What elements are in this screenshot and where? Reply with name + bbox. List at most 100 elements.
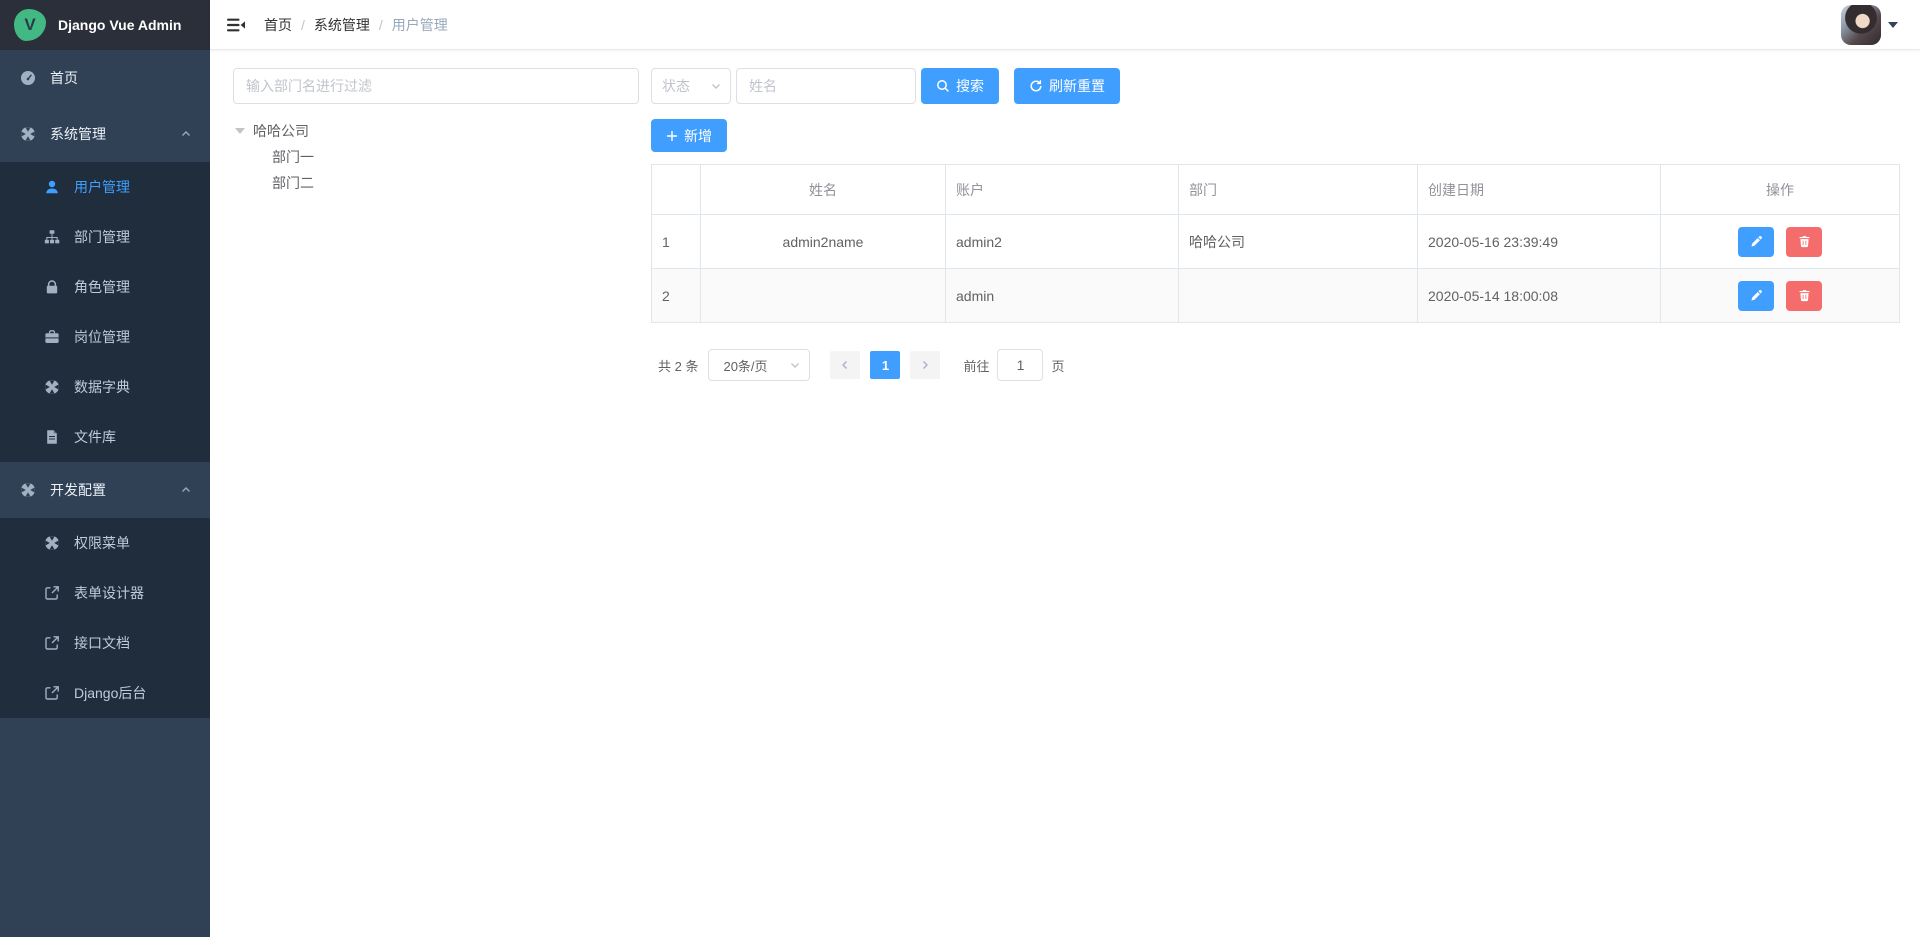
- chevron-down-icon: [710, 80, 722, 92]
- page-number-button[interactable]: 1: [870, 351, 900, 379]
- sidebar-collapse-button[interactable]: [210, 0, 262, 49]
- edit-pen-icon: [1750, 289, 1763, 302]
- table-row[interactable]: 1 admin2name admin2 哈哈公司 2020-05-16 23:3…: [652, 215, 1900, 269]
- column-header-account: 账户: [946, 165, 1179, 215]
- breadcrumb: 首页 / 系统管理 / 用户管理: [264, 15, 448, 35]
- goto-label: 前往: [963, 356, 989, 375]
- component-icon: [44, 535, 60, 551]
- table-row[interactable]: 2 admin 2020-05-14 18:00:08: [652, 269, 1900, 323]
- app-layout: V Django Vue Admin 首页: [0, 0, 1920, 937]
- delete-button[interactable]: [1786, 281, 1822, 311]
- sidebar-item-label: 权限菜单: [74, 533, 130, 553]
- sidebar-menu: 首页 系统管理: [0, 50, 210, 718]
- chevron-right-icon: [919, 359, 931, 371]
- users-section: 状态 搜索: [651, 68, 1900, 937]
- lock-icon: [44, 279, 60, 295]
- breadcrumb-item-current: 用户管理: [392, 15, 448, 35]
- logo-bar[interactable]: V Django Vue Admin: [0, 0, 210, 50]
- sidebar-item-api-docs[interactable]: 接口文档: [0, 618, 210, 668]
- column-header-name: 姓名: [701, 165, 946, 215]
- name-filter-input[interactable]: [736, 68, 916, 104]
- logo-letter: V: [24, 15, 35, 35]
- next-page-button[interactable]: [910, 351, 940, 379]
- sidebar-group-label: 开发配置: [50, 480, 106, 500]
- sidebar-item-home[interactable]: 首页: [0, 50, 210, 106]
- tree-node-dept2[interactable]: 部门二: [272, 170, 639, 196]
- trash-icon: [1798, 289, 1811, 302]
- main-area: 首页 / 系统管理 / 用户管理 哈哈公司: [210, 0, 1920, 937]
- tree-children: 部门一 部门二: [233, 144, 639, 196]
- sidebar-item-permissions[interactable]: 权限菜单: [0, 518, 210, 568]
- department-tree: 哈哈公司 部门一 部门二: [233, 118, 639, 196]
- refresh-reset-button-label: 刷新重置: [1049, 76, 1105, 96]
- prev-page-button[interactable]: [830, 351, 860, 379]
- avatar[interactable]: [1841, 5, 1881, 45]
- tree-node-root[interactable]: 哈哈公司: [233, 118, 639, 144]
- sidebar-item-label: Django后台: [74, 683, 146, 703]
- sidebar-item-departments[interactable]: 部门管理: [0, 212, 210, 262]
- goto-page-input[interactable]: [997, 349, 1043, 381]
- status-select[interactable]: 状态: [651, 68, 731, 104]
- sidebar-group-dev[interactable]: 开发配置: [0, 462, 210, 518]
- column-header-actions: 操作: [1661, 165, 1900, 215]
- user-dropdown[interactable]: [1841, 0, 1898, 50]
- pagination-total: 共 2 条: [658, 356, 698, 375]
- user-icon: [44, 179, 60, 195]
- breadcrumb-separator: /: [301, 17, 305, 33]
- page-size-value: 20条/页: [723, 356, 767, 375]
- topbar: 首页 / 系统管理 / 用户管理: [210, 0, 1920, 50]
- cell-account: admin: [946, 269, 1179, 323]
- sidebar-item-roles[interactable]: 角色管理: [0, 262, 210, 312]
- tree-expand-icon[interactable]: [235, 128, 245, 134]
- delete-button[interactable]: [1786, 227, 1822, 257]
- add-button[interactable]: 新增: [651, 119, 727, 152]
- pagination: 共 2 条 20条/页 1: [651, 349, 1900, 381]
- submenu-dev: 权限菜单 表单设计器 接口文档: [0, 518, 210, 718]
- sidebar-group-label: 系统管理: [50, 124, 106, 144]
- component-icon: [20, 482, 36, 498]
- cell-actions: [1661, 269, 1900, 323]
- users-table: 姓名 账户 部门 创建日期 操作 1 admin2name admin2 哈哈公: [651, 164, 1900, 323]
- file-icon: [44, 429, 60, 445]
- sidebar-item-users[interactable]: 用户管理: [0, 162, 210, 212]
- briefcase-icon: [44, 329, 60, 345]
- tree-node-label: 哈哈公司: [253, 121, 309, 141]
- sidebar: V Django Vue Admin 首页: [0, 0, 210, 937]
- breadcrumb-item-system[interactable]: 系统管理: [314, 15, 370, 35]
- component-icon: [44, 379, 60, 395]
- breadcrumb-item-home[interactable]: 首页: [264, 15, 292, 35]
- external-link-icon: [44, 635, 60, 651]
- page-unit-label: 页: [1051, 356, 1064, 375]
- cell-created: 2020-05-14 18:00:08: [1418, 269, 1661, 323]
- column-header-created: 创建日期: [1418, 165, 1661, 215]
- sidebar-item-positions[interactable]: 岗位管理: [0, 312, 210, 362]
- edit-pen-icon: [1750, 235, 1763, 248]
- hamburger-icon: [226, 15, 246, 35]
- cell-index: 2: [652, 269, 701, 323]
- search-icon: [936, 79, 950, 93]
- edit-button[interactable]: [1738, 227, 1774, 257]
- app-logo-icon: V: [14, 9, 46, 41]
- search-button[interactable]: 搜索: [921, 68, 999, 104]
- sidebar-item-files[interactable]: 文件库: [0, 412, 210, 462]
- tree-node-dept1[interactable]: 部门一: [272, 144, 639, 170]
- edit-button[interactable]: [1738, 281, 1774, 311]
- sidebar-item-label: 角色管理: [74, 277, 130, 297]
- sidebar-item-label: 文件库: [74, 427, 116, 447]
- sidebar-item-form-designer[interactable]: 表单设计器: [0, 568, 210, 618]
- external-link-icon: [44, 585, 60, 601]
- department-filter-input[interactable]: [233, 68, 639, 104]
- sidebar-group-system[interactable]: 系统管理: [0, 106, 210, 162]
- cell-actions: [1661, 215, 1900, 269]
- sidebar-item-django-admin[interactable]: Django后台: [0, 668, 210, 718]
- refresh-reset-button[interactable]: 刷新重置: [1014, 68, 1120, 104]
- page-size-select[interactable]: 20条/页: [708, 349, 810, 381]
- chevron-up-icon: [180, 484, 192, 496]
- sidebar-item-label: 接口文档: [74, 633, 130, 653]
- chevron-left-icon: [839, 359, 851, 371]
- submenu-system: 用户管理 部门管理: [0, 162, 210, 462]
- sidebar-item-dictionary[interactable]: 数据字典: [0, 362, 210, 412]
- page-content: 哈哈公司 部门一 部门二 状态: [210, 50, 1920, 937]
- component-icon: [20, 126, 36, 142]
- department-panel: 哈哈公司 部门一 部门二: [233, 68, 639, 937]
